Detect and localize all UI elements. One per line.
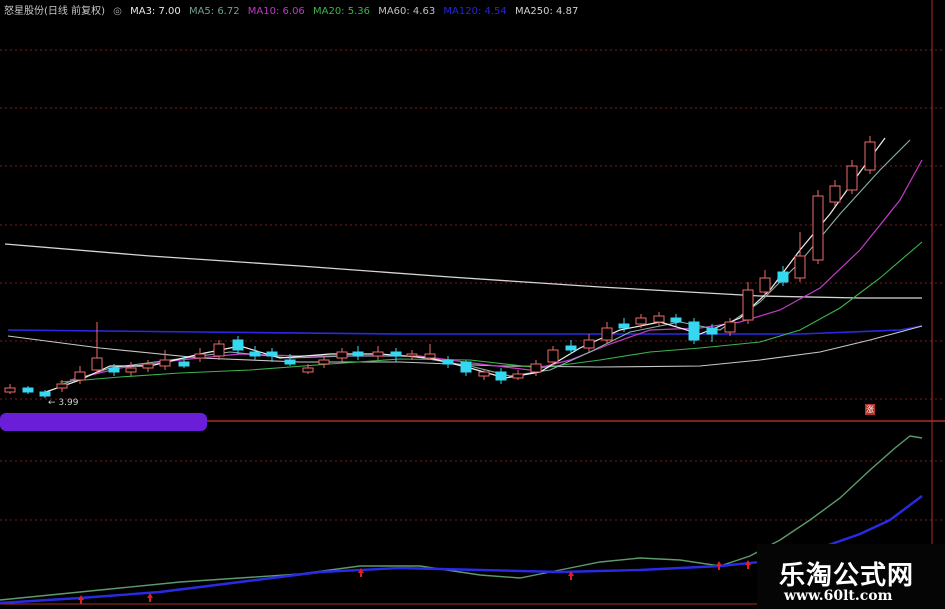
- candle-body: [495, 371, 507, 381]
- candle-body: [249, 351, 261, 357]
- candle-body: [232, 339, 244, 351]
- ma120-line: [7, 325, 923, 335]
- candle-body: [846, 165, 858, 191]
- limit-up-tag: 涨: [865, 404, 875, 415]
- candle-body: [302, 367, 314, 373]
- candle-body: [406, 353, 418, 357]
- candle-body: [159, 359, 171, 367]
- candle-body: [108, 367, 120, 373]
- candle-body: [4, 387, 16, 393]
- stock-title: 怒星股份(日线 前复权): [4, 6, 105, 17]
- ma10-line: [69, 159, 923, 381]
- ma10-label: MA10: 6.06: [247, 6, 305, 17]
- candle-body: [478, 371, 490, 377]
- ma3-line: [39, 137, 886, 395]
- candle-body: [547, 349, 559, 363]
- candle-body: [759, 277, 771, 293]
- candle-body: [125, 367, 137, 373]
- candle-body: [512, 373, 524, 379]
- candle-body: [424, 353, 436, 359]
- candle-body: [777, 271, 789, 283]
- candle-body: [670, 317, 682, 323]
- candle-body: [583, 339, 595, 349]
- watermark-title: 乐淘公式网: [779, 561, 915, 591]
- kline-chart: [0, 0, 945, 609]
- candle-body: [688, 321, 700, 341]
- candle-body: [22, 387, 34, 393]
- chart-header: 怒星股份(日线 前复权) ◎ MA3: 7.00 MA5: 6.72 MA10:…: [4, 2, 583, 18]
- watermark-url: www.60lt.com: [784, 588, 893, 604]
- candle-body: [91, 357, 103, 371]
- candle-body: [318, 359, 330, 365]
- candle-body: [352, 351, 364, 357]
- candle-body: [864, 141, 876, 171]
- candle-body: [390, 351, 402, 357]
- candle-body: [724, 321, 736, 333]
- candle-body: [74, 371, 86, 381]
- ma20-label: MA20: 5.36: [312, 6, 370, 17]
- candle-body: [530, 363, 542, 373]
- ma5-line: [59, 139, 911, 386]
- candle-body: [653, 315, 665, 323]
- candle-body: [442, 359, 454, 365]
- ma3-label: MA3: 7.00: [130, 6, 181, 17]
- candle-body: [284, 359, 296, 365]
- candle-body: [812, 195, 824, 261]
- candle-body: [39, 391, 51, 397]
- candle-body: [372, 351, 384, 357]
- candle-body: [565, 345, 577, 351]
- settings-icon[interactable]: ◎: [113, 6, 122, 17]
- candle-body: [635, 317, 647, 325]
- candle-body: [336, 351, 348, 359]
- candle-body: [706, 327, 718, 335]
- ma60-label: MA60: 4.63: [378, 6, 436, 17]
- price-low-marker: ← 3.99: [48, 398, 79, 408]
- ma20-line: [59, 241, 923, 383]
- candle-body: [194, 353, 206, 359]
- ma120-label: MA120: 4.54: [443, 6, 507, 17]
- ma250-label: MA250: 4.87: [514, 6, 579, 17]
- candle-body: [618, 323, 630, 329]
- candle-body: [142, 363, 154, 369]
- candle-body: [794, 255, 806, 279]
- candle-body: [460, 361, 472, 373]
- ma5-label: MA5: 6.72: [188, 6, 240, 17]
- candle-body: [829, 185, 841, 203]
- candle-body: [742, 289, 754, 321]
- price-low-label: 3.99: [58, 398, 79, 408]
- candle-body: [213, 343, 225, 357]
- indicator-name-bar[interactable]: [0, 413, 207, 431]
- candle-body: [601, 327, 613, 341]
- candle-body: [56, 383, 68, 389]
- candle-body: [178, 361, 190, 367]
- candle-body: [266, 351, 278, 357]
